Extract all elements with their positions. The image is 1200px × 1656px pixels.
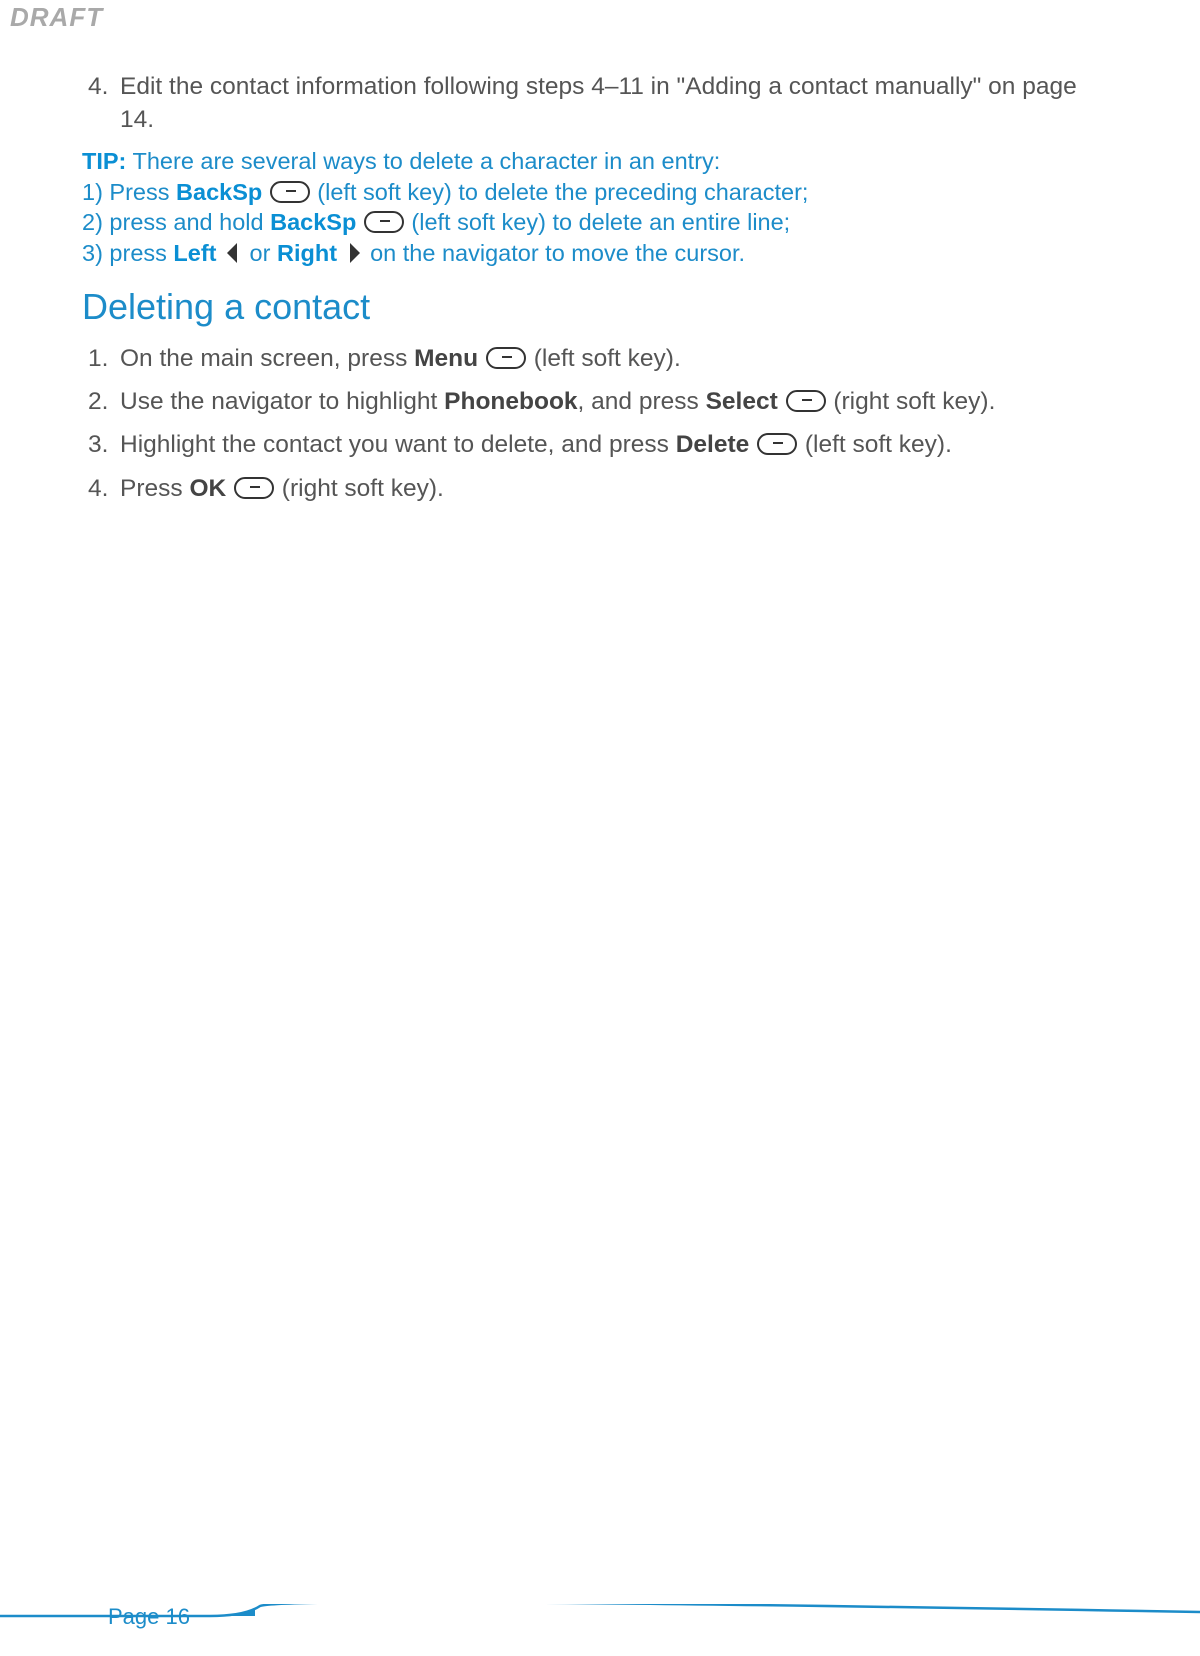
tip-line-2: 2) press and hold BackSp (left soft key)… [82,207,1108,238]
text-b: (left soft key). [527,345,681,372]
right-label: Right [277,240,337,266]
step-number: 4. [88,70,120,103]
softkey-icon [234,477,274,499]
step-text: Edit the contact information following s… [120,73,1077,133]
nav-left-icon [225,241,241,265]
text-c: (right soft key). [827,388,996,415]
softkey-icon [270,181,310,203]
delete-step-4: 4.Press OK (right soft key). [88,472,1108,505]
select-label: Select [706,388,778,415]
tip3-c: on the navigator to move the cursor. [364,240,745,266]
step-number: 1. [88,342,120,375]
tip3-a: 3) press [82,240,173,266]
tip3-b: or [243,240,277,266]
backsp-label-1: BackSp [176,179,262,205]
tip1-a: 1) Press [82,179,176,205]
delete-step-1: 1.On the main screen, press Menu (left s… [88,342,1108,375]
step-number: 3. [88,428,120,461]
phonebook-label: Phonebook [444,388,577,415]
tip-line-1: 1) Press BackSp (left soft key) to delet… [82,177,1108,208]
text-b: (right soft key). [275,475,444,502]
page-content: 4.Edit the contact information following… [88,70,1108,515]
ok-label: OK [189,475,226,502]
tip2-b: (left soft key) to delete an entire line… [405,209,790,235]
page-number: Page 16 [108,1604,190,1630]
tip-line-3: 3) press Left or Right on the navigator … [82,238,1108,269]
softkey-icon [757,433,797,455]
backsp-label-2: BackSp [270,209,356,235]
softkey-icon [364,211,404,233]
text-b: , and press [578,388,706,415]
step-number: 2. [88,385,120,418]
tip-intro: TIP: There are several ways to delete a … [82,146,1108,177]
tip2-a: 2) press and hold [82,209,270,235]
section-heading-deleting-contact: Deleting a contact [82,286,1108,328]
tip-label: TIP: [82,148,126,174]
draft-watermark: DRAFT [10,2,103,33]
text-a: Highlight the contact you want to delete… [120,431,676,458]
tip-intro-text: There are several ways to delete a chara… [126,148,720,174]
delete-step-3: 3.Highlight the contact you want to dele… [88,428,1108,461]
softkey-icon [486,347,526,369]
text-a: Press [120,475,189,502]
delete-step-2: 2.Use the navigator to highlight Phonebo… [88,385,1108,418]
nav-right-icon [346,241,362,265]
softkey-icon [786,390,826,412]
step-number: 4. [88,472,120,505]
menu-label: Menu [414,345,478,372]
text-a: On the main screen, press [120,345,414,372]
page-footer: Page 16 [0,1584,1200,1634]
edit-contact-step-4: 4.Edit the contact information following… [88,70,1108,136]
text-a: Use the navigator to highlight [120,388,444,415]
text-b: (left soft key). [798,431,952,458]
left-label: Left [173,240,216,266]
tip1-b: (left soft key) to delete the preceding … [311,179,809,205]
tip-block: TIP: There are several ways to delete a … [82,146,1108,268]
delete-label: Delete [676,431,750,458]
